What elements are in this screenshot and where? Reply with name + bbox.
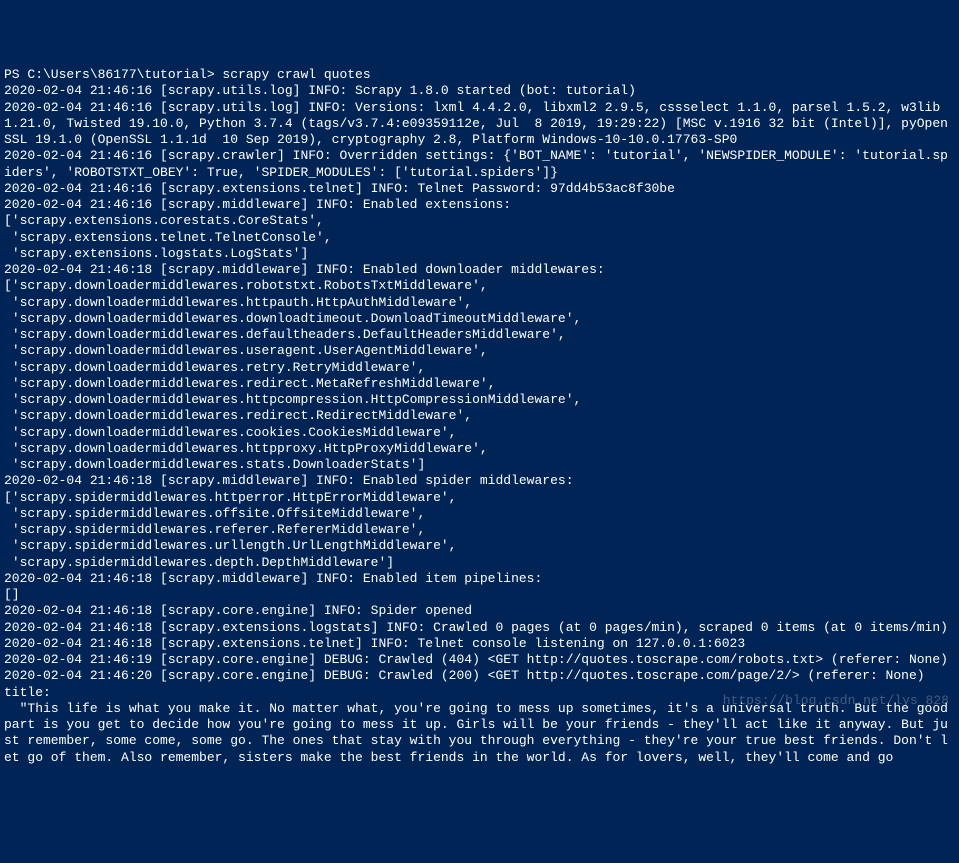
terminal-line: 'scrapy.downloadermiddlewares.httpauth.H… <box>4 295 955 311</box>
terminal-line: title: <box>4 685 955 701</box>
terminal-line: 2020-02-04 21:46:16 [scrapy.utils.log] I… <box>4 100 955 149</box>
terminal-line: 2020-02-04 21:46:18 [scrapy.extensions.l… <box>4 620 955 636</box>
terminal-line: 2020-02-04 21:46:18 [scrapy.extensions.t… <box>4 636 955 652</box>
terminal-line: 2020-02-04 21:46:18 [scrapy.middleware] … <box>4 473 955 489</box>
terminal-line: 'scrapy.downloadermiddlewares.useragent.… <box>4 343 955 359</box>
terminal-line: 2020-02-04 21:46:16 [scrapy.crawler] INF… <box>4 148 955 181</box>
terminal-line: 2020-02-04 21:46:20 [scrapy.core.engine]… <box>4 668 955 684</box>
terminal-line: ['scrapy.downloadermiddlewares.robotstxt… <box>4 278 955 294</box>
terminal-line: 2020-02-04 21:46:19 [scrapy.core.engine]… <box>4 652 955 668</box>
terminal-line: 'scrapy.downloadermiddlewares.retry.Retr… <box>4 360 955 376</box>
terminal-line: ['scrapy.extensions.corestats.CoreStats'… <box>4 213 955 229</box>
terminal-line: 'scrapy.extensions.telnet.TelnetConsole'… <box>4 230 955 246</box>
terminal-line: 'scrapy.spidermiddlewares.referer.Refere… <box>4 522 955 538</box>
terminal-line: 'scrapy.downloadermiddlewares.defaulthea… <box>4 327 955 343</box>
terminal-line: 2020-02-04 21:46:16 [scrapy.middleware] … <box>4 197 955 213</box>
terminal-line: 2020-02-04 21:46:18 [scrapy.middleware] … <box>4 571 955 587</box>
terminal-line: 2020-02-04 21:46:16 [scrapy.extensions.t… <box>4 181 955 197</box>
terminal-line: 'scrapy.downloadermiddlewares.redirect.M… <box>4 376 955 392</box>
terminal-line: 'scrapy.downloadermiddlewares.downloadti… <box>4 311 955 327</box>
terminal-line: 'scrapy.downloadermiddlewares.cookies.Co… <box>4 425 955 441</box>
terminal-line: 'scrapy.downloadermiddlewares.httpcompre… <box>4 392 955 408</box>
terminal-line: PS C:\Users\86177\tutorial> scrapy crawl… <box>4 67 955 83</box>
terminal-line: ['scrapy.spidermiddlewares.httperror.Htt… <box>4 490 955 506</box>
terminal-line: 'scrapy.spidermiddlewares.depth.DepthMid… <box>4 555 955 571</box>
terminal-line: 'scrapy.downloadermiddlewares.stats.Down… <box>4 457 955 473</box>
terminal-line: 'scrapy.downloadermiddlewares.redirect.R… <box>4 408 955 424</box>
terminal-line: 'scrapy.downloadermiddlewares.httpproxy.… <box>4 441 955 457</box>
terminal-line: 'scrapy.spidermiddlewares.offsite.Offsit… <box>4 506 955 522</box>
terminal-line: [] <box>4 587 955 603</box>
terminal-line: "This life is what you make it. No matte… <box>4 701 955 766</box>
terminal-output[interactable]: PS C:\Users\86177\tutorial> scrapy crawl… <box>4 67 955 766</box>
terminal-line: 'scrapy.spidermiddlewares.urllength.UrlL… <box>4 538 955 554</box>
terminal-line: 2020-02-04 21:46:18 [scrapy.middleware] … <box>4 262 955 278</box>
terminal-line: 'scrapy.extensions.logstats.LogStats'] <box>4 246 955 262</box>
terminal-line: 2020-02-04 21:46:18 [scrapy.core.engine]… <box>4 603 955 619</box>
terminal-line: 2020-02-04 21:46:16 [scrapy.utils.log] I… <box>4 83 955 99</box>
